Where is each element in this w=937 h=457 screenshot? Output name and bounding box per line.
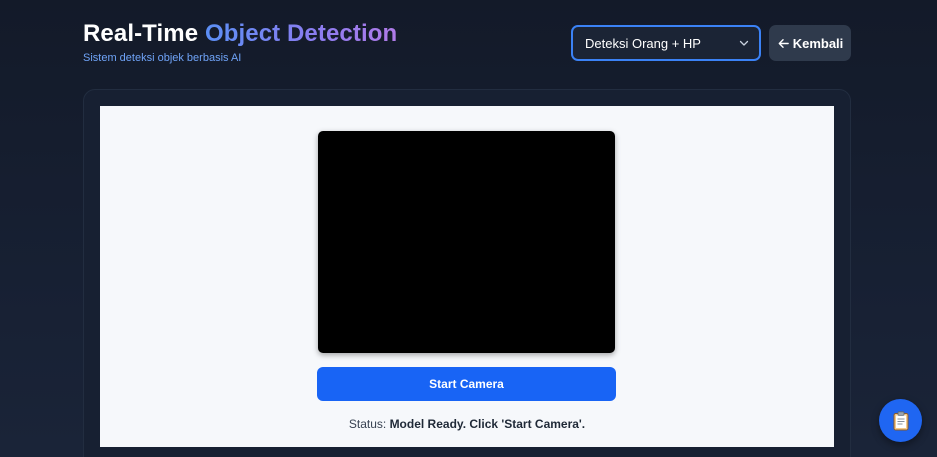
title-part-object-detection: Object Detection [204, 20, 398, 47]
page-title: Real-Time Object Detection [83, 18, 397, 50]
back-button-label: Kembali [792, 35, 844, 51]
chevron-down-icon [739, 40, 749, 46]
start-camera-button[interactable]: Start Camera [317, 367, 616, 401]
back-button[interactable]: Kembali [769, 25, 851, 61]
arrow-left-icon [778, 38, 789, 48]
camera-panel: Start Camera Status: Model Ready. Click … [100, 106, 834, 447]
clipboard-icon [893, 410, 908, 430]
camera-video-feed [318, 131, 615, 353]
clipboard-fab-button[interactable] [879, 399, 922, 442]
model-select[interactable]: Deteksi Orang + HP [571, 25, 761, 61]
title-part-realtime: Real-Time [83, 20, 199, 47]
page-subtitle: Sistem deteksi objek berbasis AI [83, 52, 242, 64]
status-line: Status: Model Ready. Click 'Start Camera… [100, 417, 834, 431]
model-select-value: Deteksi Orang + HP [585, 35, 701, 51]
status-label: Status: [348, 417, 387, 431]
status-value: Model Ready. Click 'Start Camera'. [389, 417, 586, 431]
